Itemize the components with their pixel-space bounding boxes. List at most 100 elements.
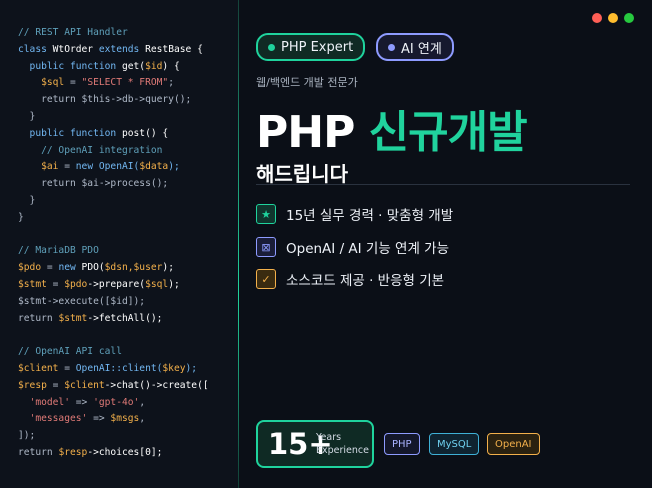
code-token: ); (185, 363, 198, 374)
code-token: ->prepare( (87, 279, 146, 290)
code-line: } (18, 195, 36, 207)
code-token: $stmt->execute([$id]); (18, 295, 146, 307)
code-token: => (75, 396, 94, 408)
code-token: public function (18, 60, 122, 72)
code-token: , (139, 396, 146, 408)
code-token: get( (121, 60, 146, 72)
code-token: = (41, 262, 59, 274)
code-token: $resp (18, 379, 47, 391)
code-line: public function post() { (18, 127, 169, 140)
code-token: // OpenAI API call (18, 346, 122, 358)
code-token: ); (168, 279, 180, 290)
code-line: class WtOrder extends RestBase { (18, 44, 203, 56)
code-token: "SELECT * FROM" (81, 77, 169, 89)
minimize-dot-icon[interactable] (608, 13, 618, 23)
code-token: public function (18, 127, 122, 139)
check-icon: ✓ (256, 269, 276, 289)
experience-label-experience: Experience (316, 445, 369, 456)
code-line: $ai = new OpenAI($data); (18, 161, 180, 173)
code-token: ; (168, 77, 174, 89)
code-token: $pdo (64, 279, 88, 290)
code-line: ]); (18, 430, 35, 442)
code-token: 'model' (18, 396, 76, 408)
code-token: // MariaDB PDO (18, 245, 99, 257)
code-token: $client (18, 363, 59, 374)
code-token: ->chat()->create([ (104, 379, 209, 391)
tag-mysql: MySQL (429, 433, 480, 455)
code-token: } (18, 111, 36, 122)
subheadline: 해드립니다 (256, 162, 348, 186)
code-token: PDO( (81, 262, 105, 274)
code-token: ->fetchAll(); (87, 312, 163, 324)
code-token: = (58, 363, 76, 374)
feature-text: 15년 실무 경력 · 맞춤형 개발 (286, 208, 454, 224)
code-token: = (46, 279, 65, 290)
code-line: $stmt->execute([$id]); (18, 296, 145, 308)
badge-dot-icon (268, 43, 275, 51)
code-token: 'messages' (18, 413, 94, 425)
code-panel: // REST API Handler class WtOrder extends… (0, 0, 238, 488)
code-token: ) { (162, 60, 180, 72)
code-token: = (64, 77, 82, 89)
code-token: $data (139, 161, 169, 173)
promo-banner: // REST API Handler class WtOrder extends… (0, 0, 652, 488)
code-token: } (18, 195, 36, 206)
php-expert-label: PHP Expert (281, 39, 354, 55)
code-token: $pdo (18, 262, 42, 274)
code-token: ->choices[0]; (87, 447, 163, 458)
panel-divider (238, 0, 239, 488)
maximize-dot-icon[interactable] (624, 13, 634, 23)
code-token: new (75, 161, 99, 173)
code-token: ); (168, 161, 180, 173)
experience-card: 15+ Years Experience (256, 420, 374, 468)
code-line: } (18, 212, 24, 224)
code-token: WtOrder (52, 43, 99, 55)
code-line: return $resp->choices[0]; (18, 447, 162, 459)
code-token: post() { (121, 127, 169, 139)
code-token: $dsn,$user (104, 262, 163, 274)
code-line: // OpenAI API call (18, 346, 122, 358)
code-token: return $ai->process(); (18, 178, 169, 190)
feature-item-source: ✓ 소스코드 제공 · 반응형 기본 (256, 269, 444, 289)
headline: PHP 신규개발 (256, 107, 528, 158)
code-line: $pdo = new PDO($dsn,$user); (18, 262, 174, 274)
code-line: } (18, 111, 36, 123)
feature-item-experience: ★ 15년 실무 경력 · 맞춤형 개발 (256, 204, 453, 224)
badge-dot-icon (388, 43, 395, 51)
code-token: = (46, 379, 65, 391)
close-dot-icon[interactable] (592, 13, 602, 23)
code-token: $id (145, 60, 163, 72)
star-icon: ★ (256, 204, 276, 224)
feature-item-ai: ⊠ OpenAI / AI 기능 연계 가능 (256, 237, 449, 257)
divider-rule (256, 184, 630, 185)
subtitle: 웹/백엔드 개발 전문가 (256, 76, 358, 89)
code-line: return $stmt->fetchAll(); (18, 313, 162, 325)
feature-text: 소스코드 제공 · 반응형 기본 (286, 273, 445, 289)
code-token: $client (64, 379, 105, 391)
code-token: $sql (145, 279, 169, 290)
code-token: $stmt (58, 312, 88, 324)
code-token: $key (162, 363, 186, 374)
code-token: // OpenAI integration (18, 144, 163, 156)
code-token: RestBase { (145, 43, 203, 55)
ai-badge: AI 연계 (376, 33, 454, 61)
tag-php: PHP (384, 433, 420, 455)
code-token: 'gpt-4o' (93, 396, 140, 408)
code-token: ]); (18, 430, 36, 442)
code-line: // MariaDB PDO (18, 245, 99, 257)
code-line: $resp = $client->chat()->create([ (18, 380, 209, 392)
code-token: new (58, 262, 82, 274)
code-token: $resp (58, 447, 88, 458)
code-token: $ai (18, 161, 59, 173)
window-controls (592, 13, 634, 23)
code-token: OpenAI::client( (75, 363, 163, 374)
code-line: return $ai->process(); (18, 178, 168, 190)
headline-php: PHP (256, 107, 369, 158)
code-token: class (18, 43, 53, 55)
code-line: $sql = "SELECT * FROM"; (18, 77, 174, 89)
code-token: } (18, 211, 24, 223)
experience-label-years: Years (316, 432, 342, 443)
php-expert-badge: PHP Expert (256, 33, 366, 61)
code-line: 'model' => 'gpt-4o', (18, 396, 146, 409)
code-line: // REST API Handler (18, 27, 128, 39)
